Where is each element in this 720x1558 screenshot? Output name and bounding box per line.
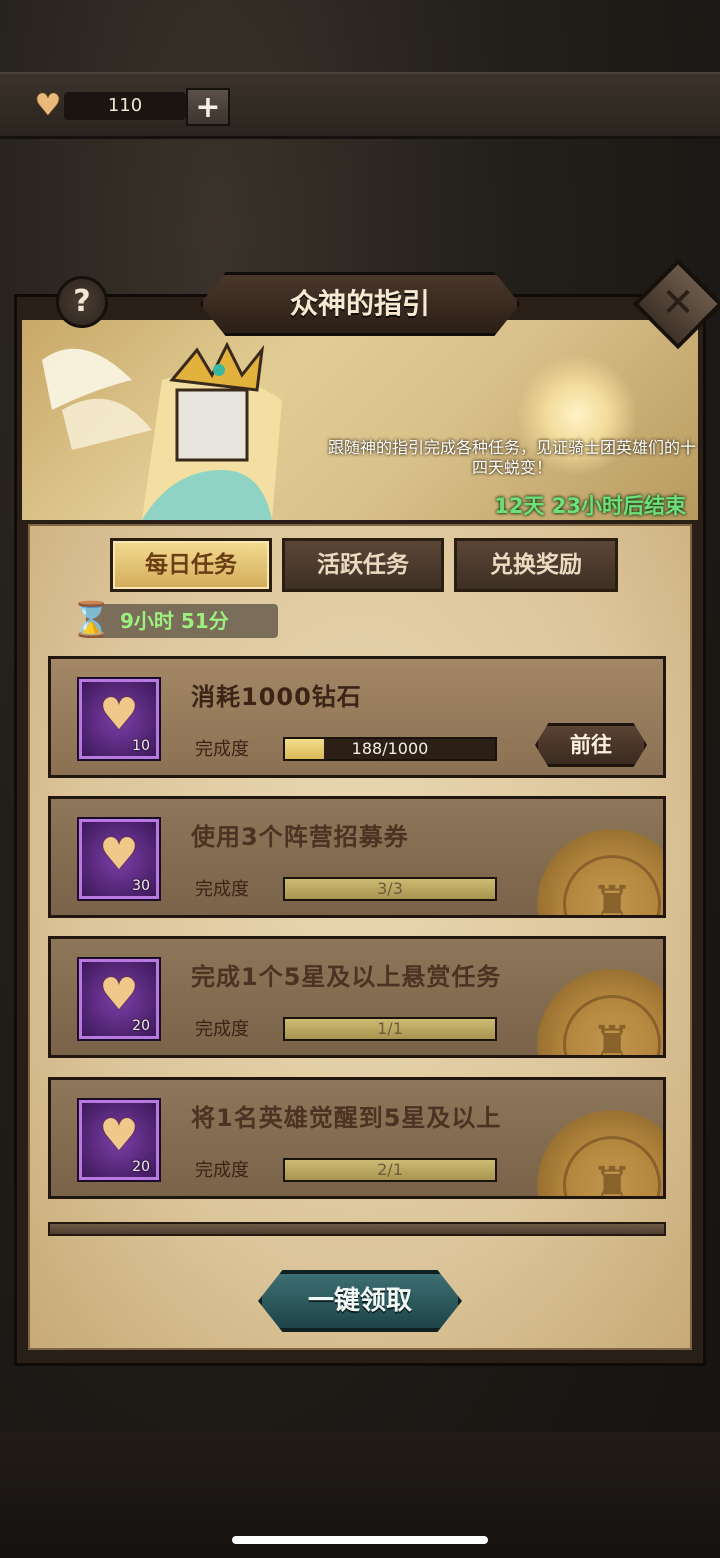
crest-icon: ♜	[563, 855, 661, 915]
currency-display: ♥ 110 +	[28, 87, 230, 126]
heart-icon: ♥	[99, 969, 139, 1020]
close-icon[interactable]: ✕	[646, 272, 710, 336]
completed-seal-icon: ♜	[537, 1110, 663, 1196]
claim-all-button[interactable]: 一键领取	[258, 1270, 462, 1332]
task-card: ♜ ♥ 20 完成1个5星及以上悬赏任务 完成度 1/1	[48, 936, 666, 1058]
list-end-divider	[48, 1222, 666, 1236]
reward-item[interactable]: ♥ 10	[77, 677, 161, 761]
completed-seal-icon: ♜	[537, 829, 663, 915]
tab-exchange-rewards[interactable]: 兑换奖励	[454, 538, 618, 592]
progress-text: 1/1	[377, 1019, 403, 1038]
progress-label: 完成度	[195, 1019, 249, 1040]
panel-title: 众神的指引	[289, 287, 430, 320]
progress-bar: 2/1	[283, 1158, 497, 1182]
add-currency-button[interactable]: +	[186, 88, 230, 126]
hourglass-icon: ⌛	[70, 600, 113, 640]
go-button[interactable]: 前往	[535, 723, 647, 767]
progress-bar: 1/1	[283, 1017, 497, 1041]
hero-illustration	[42, 341, 282, 520]
help-button[interactable]: ?	[56, 276, 108, 328]
tab-active-tasks[interactable]: 活跃任务	[282, 538, 444, 592]
crest-icon: ♜	[563, 1136, 661, 1196]
heart-icon: ♥	[99, 689, 139, 740]
currency-amount: 110	[64, 92, 186, 120]
progress-text: 188/1000	[351, 739, 429, 758]
heart-icon: ♥	[34, 87, 62, 123]
crest-icon: ♜	[563, 995, 661, 1055]
reward-item[interactable]: ♥ 30	[77, 817, 161, 901]
progress-text: 2/1	[377, 1160, 403, 1179]
top-bar: ♥ 110 +	[0, 72, 720, 139]
progress-label: 完成度	[195, 739, 249, 760]
reward-count: 20	[132, 1018, 150, 1034]
tab-daily-tasks[interactable]: 每日任务	[110, 538, 272, 592]
progress-bar: 3/3	[283, 877, 497, 901]
reward-item[interactable]: ♥ 20	[77, 1098, 161, 1182]
event-banner: 跟随神的指引完成各种任务，见证骑士团英雄们的十四天蜕变！ 12天 23小时后结束	[22, 320, 698, 520]
progress-bar: 188/1000	[283, 737, 497, 761]
task-title: 完成1个5星及以上悬赏任务	[191, 963, 502, 991]
task-title: 使用3个阵营招募券	[191, 823, 409, 851]
reward-count: 10	[132, 738, 150, 754]
progress-label: 完成度	[195, 879, 249, 900]
progress-label: 完成度	[195, 1160, 249, 1181]
task-card: ♥ 10 消耗1000钻石 完成度 188/1000 前往	[48, 656, 666, 778]
heart-icon: ♥	[99, 829, 139, 880]
home-indicator[interactable]	[232, 1536, 488, 1544]
task-card: ♜ ♥ 30 使用3个阵营招募券 完成度 3/3	[48, 796, 666, 918]
reset-timer: 9小时 51分	[120, 609, 229, 633]
reward-count: 20	[132, 1159, 150, 1175]
heart-icon: ♥	[99, 1110, 139, 1161]
reward-count: 30	[132, 878, 150, 894]
task-title: 消耗1000钻石	[191, 683, 362, 711]
progress-text: 3/3	[377, 879, 403, 898]
task-title: 将1名英雄觉醒到5星及以上	[191, 1104, 502, 1132]
event-end-countdown: 12天 23小时后结束	[494, 494, 686, 518]
event-description: 跟随神的指引完成各种任务，见证骑士团英雄们的十四天蜕变！	[327, 438, 696, 477]
reward-item[interactable]: ♥ 20	[77, 957, 161, 1041]
task-card: ♜ ♥ 20 将1名英雄觉醒到5星及以上 完成度 2/1	[48, 1077, 666, 1199]
completed-seal-icon: ♜	[537, 969, 663, 1055]
